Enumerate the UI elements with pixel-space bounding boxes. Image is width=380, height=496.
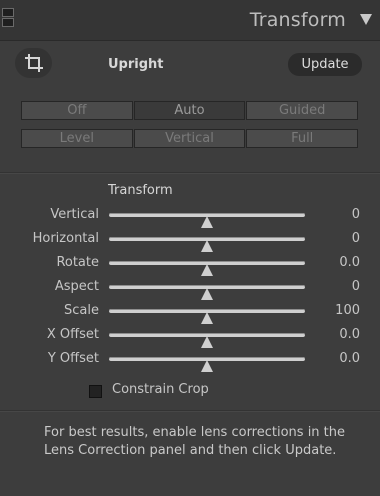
upright-modes-row-2: Level Vertical Full bbox=[21, 129, 359, 148]
upright-tool-button[interactable] bbox=[15, 48, 52, 78]
panel-grip-icon[interactable] bbox=[2, 8, 14, 28]
crop-icon bbox=[25, 54, 43, 72]
upright-mode-vertical[interactable]: Vertical bbox=[133, 129, 246, 148]
x-offset-slider-track[interactable] bbox=[109, 333, 305, 348]
constrain-crop-label[interactable]: Constrain Crop bbox=[112, 382, 209, 397]
aspect-slider-track[interactable] bbox=[109, 285, 305, 300]
horizontal-label: Horizontal bbox=[32, 231, 99, 246]
x-offset-value[interactable]: 0.0 bbox=[339, 327, 360, 342]
update-button[interactable]: Update bbox=[288, 53, 362, 76]
vertical-slider-thumb[interactable] bbox=[201, 216, 213, 228]
upright-modes-row-1: Off Auto Guided bbox=[21, 101, 359, 120]
slider-row-scale: Scale 100 bbox=[0, 301, 380, 324]
constrain-crop-checkbox[interactable] bbox=[89, 385, 102, 398]
vertical-label: Vertical bbox=[50, 207, 99, 222]
upright-mode-full[interactable]: Full bbox=[246, 129, 359, 148]
rotate-value[interactable]: 0.0 bbox=[339, 255, 360, 270]
slider-row-x-offset: X Offset 0.0 bbox=[0, 325, 380, 348]
slider-row-rotate: Rotate 0.0 bbox=[0, 253, 380, 276]
horizontal-slider-thumb[interactable] bbox=[201, 240, 213, 252]
panel-title: Transform bbox=[249, 9, 346, 31]
transform-section-title: Transform bbox=[108, 183, 173, 198]
x-offset-label: X Offset bbox=[46, 327, 99, 342]
scale-label: Scale bbox=[64, 303, 99, 318]
vertical-value[interactable]: 0 bbox=[352, 207, 360, 222]
rotate-label: Rotate bbox=[56, 255, 99, 270]
aspect-label: Aspect bbox=[54, 279, 99, 294]
horizontal-slider-track[interactable] bbox=[109, 237, 305, 252]
y-offset-slider-track[interactable] bbox=[109, 357, 305, 372]
upright-label: Upright bbox=[108, 57, 164, 72]
upright-mode-auto[interactable]: Auto bbox=[133, 101, 246, 120]
upright-mode-off[interactable]: Off bbox=[21, 101, 133, 120]
upright-mode-guided[interactable]: Guided bbox=[246, 101, 359, 120]
y-offset-label: Y Offset bbox=[47, 351, 99, 366]
scale-value[interactable]: 100 bbox=[335, 303, 360, 318]
aspect-value[interactable]: 0 bbox=[352, 279, 360, 294]
scale-slider-track[interactable] bbox=[109, 309, 305, 324]
rotate-slider-track[interactable] bbox=[109, 261, 305, 276]
scale-slider-thumb[interactable] bbox=[201, 312, 213, 324]
slider-row-vertical: Vertical 0 bbox=[0, 205, 380, 228]
horizontal-value[interactable]: 0 bbox=[352, 231, 360, 246]
aspect-slider-thumb[interactable] bbox=[201, 288, 213, 300]
y-offset-slider-thumb[interactable] bbox=[201, 360, 213, 372]
slider-row-horizontal: Horizontal 0 bbox=[0, 229, 380, 252]
panel-header[interactable]: Transform bbox=[0, 0, 380, 41]
triangle-down-icon[interactable] bbox=[360, 14, 372, 25]
slider-row-aspect: Aspect 0 bbox=[0, 277, 380, 300]
help-text: For best results, enable lens correction… bbox=[44, 425, 346, 458]
transform-panel: Upright Update Off Auto Guided Level Ver… bbox=[0, 41, 380, 496]
slider-row-y-offset: Y Offset 0.0 bbox=[0, 349, 380, 372]
section-divider bbox=[0, 410, 380, 412]
upright-mode-level[interactable]: Level bbox=[21, 129, 133, 148]
y-offset-value[interactable]: 0.0 bbox=[339, 351, 360, 366]
section-divider bbox=[0, 172, 380, 174]
x-offset-slider-thumb[interactable] bbox=[201, 336, 213, 348]
rotate-slider-thumb[interactable] bbox=[201, 264, 213, 276]
vertical-slider-track[interactable] bbox=[109, 213, 305, 228]
